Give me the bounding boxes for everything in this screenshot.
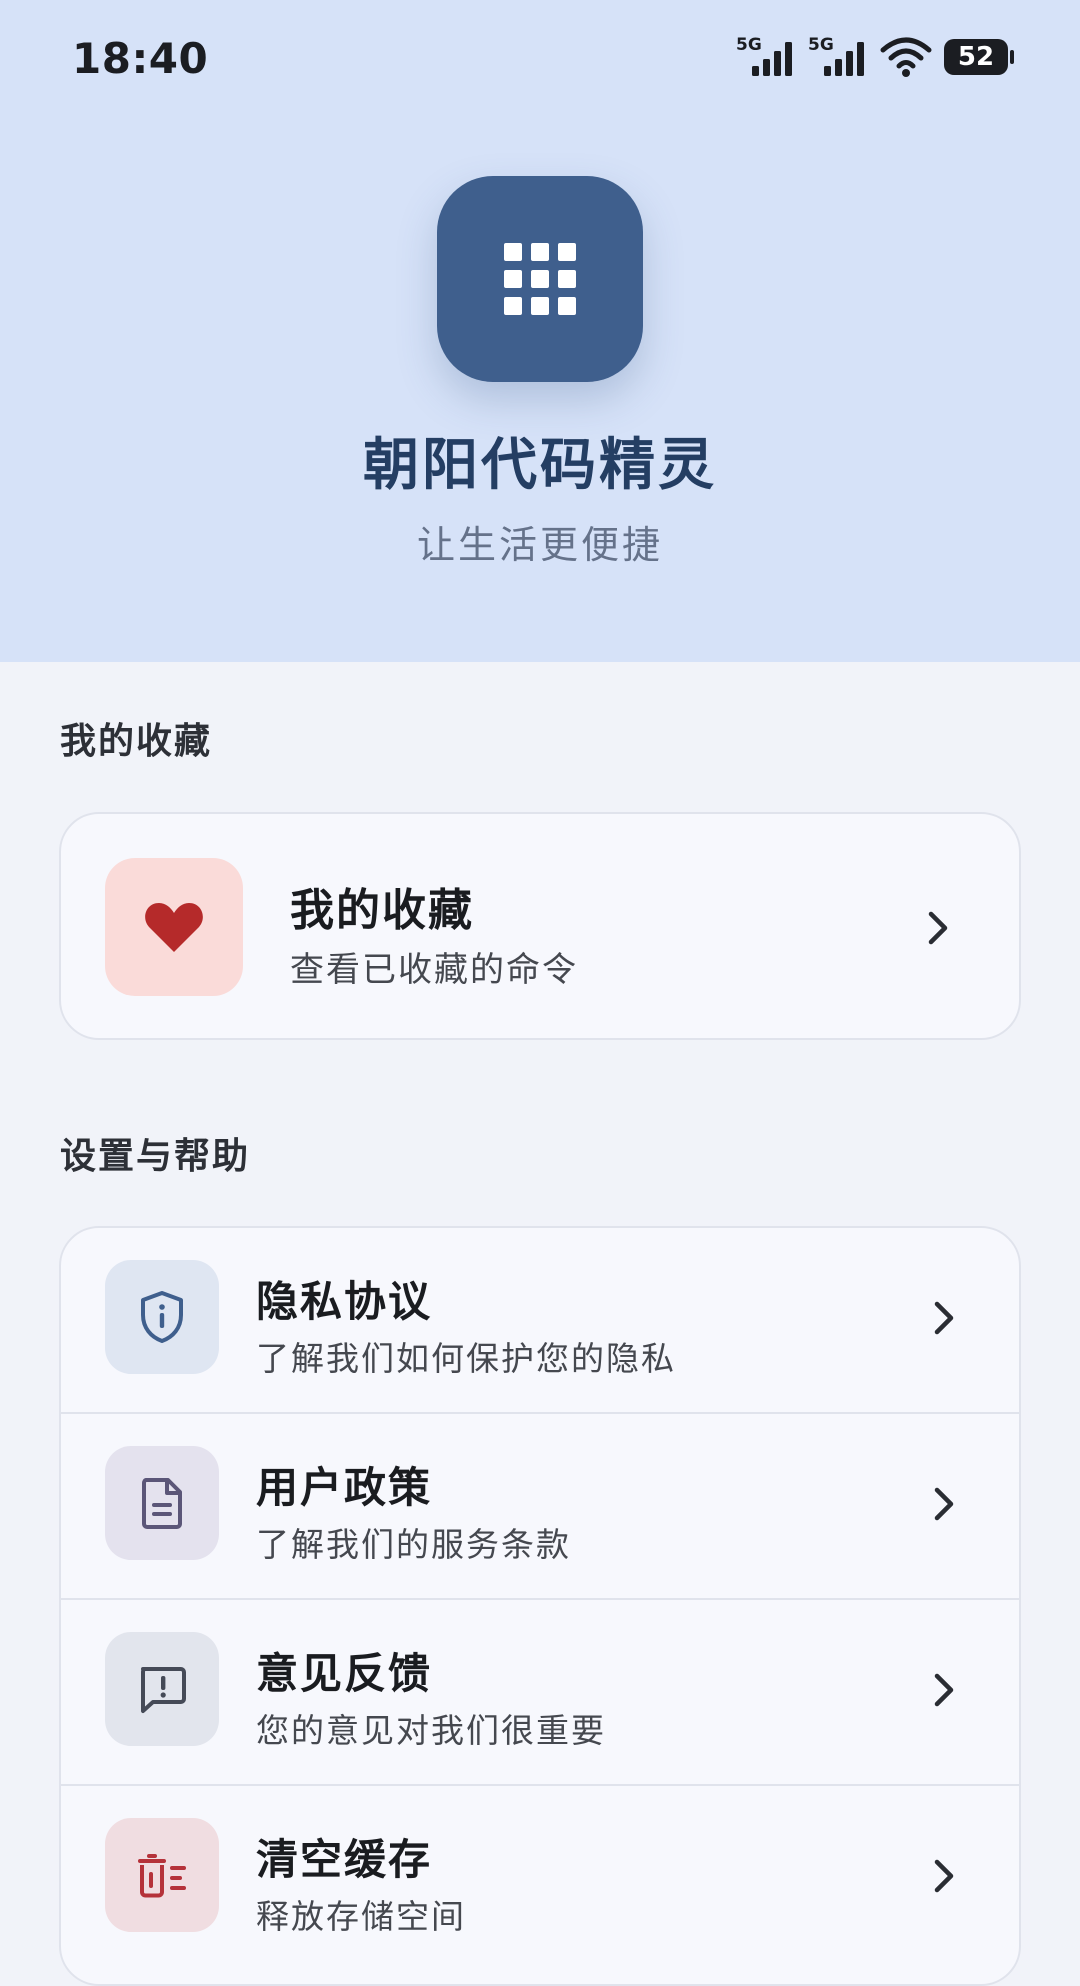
settings-section-title: 设置与帮助 xyxy=(60,1136,251,1177)
clear-cache-icon xyxy=(138,1854,186,1898)
list-item-privacy-policy[interactable]: 隐私协议 了解我们如何保护您的隐私 xyxy=(61,1228,1019,1414)
status-bar: 18:40 5G 5G 52 xyxy=(0,0,1080,120)
signal-label-1: 5G xyxy=(736,35,762,55)
document-icon xyxy=(142,1478,182,1529)
feedback-icon-box xyxy=(105,1632,219,1746)
cellular-signal-icon-2: 5G xyxy=(808,35,864,76)
app-name: 朝阳代码精灵 xyxy=(363,433,717,498)
grid-icon xyxy=(504,243,576,315)
chevron-right-icon xyxy=(929,1484,959,1524)
list-item-subtitle: 释放存储空间 xyxy=(256,1897,466,1936)
list-item-title: 意见反馈 xyxy=(256,1649,433,1698)
list-item-subtitle: 了解我们的服务条款 xyxy=(256,1525,571,1564)
list-item-title: 用户政策 xyxy=(256,1463,433,1512)
privacy-icon-box xyxy=(105,1260,219,1374)
user-policy-icon-box xyxy=(105,1446,219,1560)
wifi-icon xyxy=(880,37,932,77)
chevron-right-icon xyxy=(923,908,953,948)
clear-cache-icon-box xyxy=(105,1818,219,1932)
list-item-feedback[interactable]: 意见反馈 您的意见对我们很重要 xyxy=(61,1600,1019,1786)
favorites-card-subtitle: 查看已收藏的命令 xyxy=(290,950,578,990)
list-item-subtitle: 了解我们如何保护您的隐私 xyxy=(256,1339,676,1378)
shield-info-icon xyxy=(141,1291,183,1343)
list-item-clear-cache[interactable]: 清空缓存 释放存储空间 xyxy=(61,1786,1019,1972)
list-item-title: 清空缓存 xyxy=(256,1835,433,1884)
status-time: 18:40 xyxy=(72,34,209,83)
list-item-title: 隐私协议 xyxy=(256,1277,433,1326)
feedback-icon xyxy=(141,1667,186,1713)
settings-card: 隐私协议 了解我们如何保护您的隐私 用户政策 了解我们的服务条款 意见反馈 您的… xyxy=(59,1226,1021,1986)
status-icons: 5G 5G 52 xyxy=(736,34,1014,80)
heart-icon xyxy=(145,903,203,952)
app-logo xyxy=(437,176,643,382)
app-slogan: 让生活更便捷 xyxy=(416,523,663,567)
profile-header: 18:40 5G 5G 52 朝阳代码精灵 让生活更便捷 xyxy=(0,0,1080,662)
favorites-card-title: 我的收藏 xyxy=(290,885,474,936)
chevron-right-icon xyxy=(929,1856,959,1896)
favorites-card[interactable]: 我的收藏 查看已收藏的命令 xyxy=(59,812,1021,1040)
battery-indicator: 52 xyxy=(944,39,1014,75)
signal-label-2: 5G xyxy=(808,35,834,55)
chevron-right-icon xyxy=(929,1670,959,1710)
chevron-right-icon xyxy=(929,1298,959,1338)
favorites-section-title: 我的收藏 xyxy=(60,721,213,762)
favorites-icon-box xyxy=(105,858,243,996)
cellular-signal-icon: 5G xyxy=(736,35,792,76)
list-item-user-policy[interactable]: 用户政策 了解我们的服务条款 xyxy=(61,1414,1019,1600)
list-item-subtitle: 您的意见对我们很重要 xyxy=(256,1711,606,1750)
